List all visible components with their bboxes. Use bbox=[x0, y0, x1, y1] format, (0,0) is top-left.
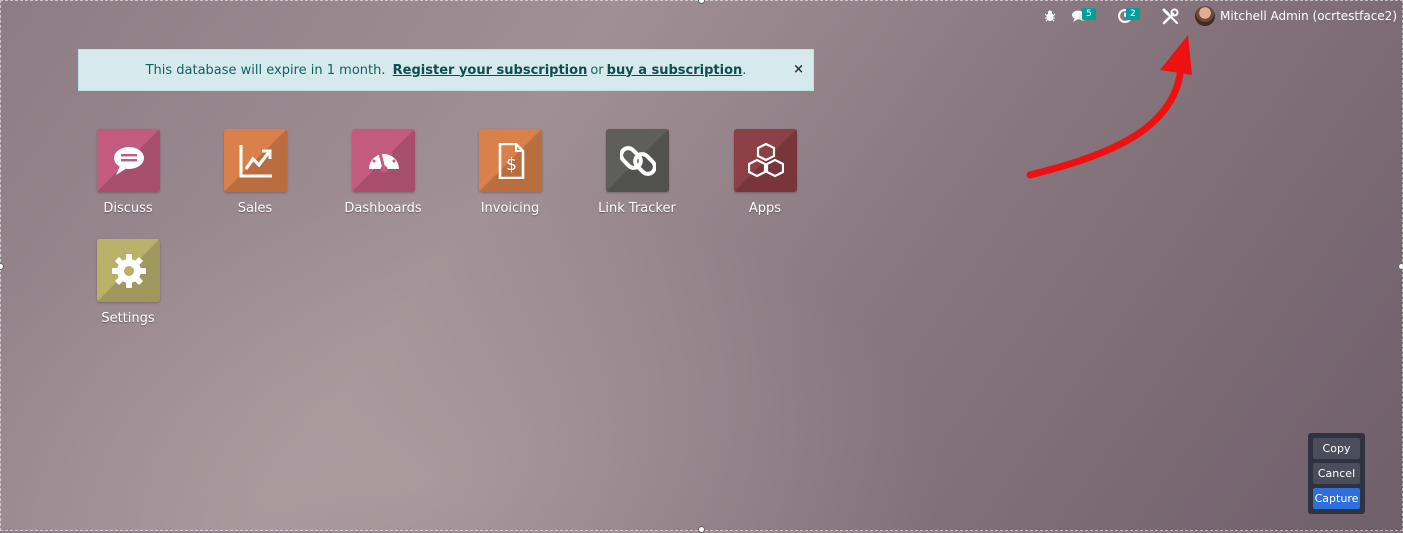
app-label: Sales bbox=[237, 201, 273, 216]
user-name: Mitchell Admin (ocrtestface2) bbox=[1220, 9, 1397, 23]
cubes-icon bbox=[747, 143, 784, 178]
copy-button[interactable]: Copy bbox=[1313, 438, 1360, 459]
capture-toolbar: Copy Cancel Capture bbox=[1308, 433, 1365, 514]
avatar bbox=[1195, 6, 1215, 26]
gauge-icon bbox=[368, 152, 399, 173]
register-subscription-link[interactable]: Register your subscription bbox=[393, 63, 588, 78]
user-menu[interactable]: Mitchell Admin (ocrtestface2) bbox=[1187, 6, 1397, 26]
banner-suffix: . bbox=[742, 62, 747, 78]
app-discuss[interactable]: Discuss bbox=[64, 129, 192, 216]
app-label: Apps bbox=[748, 201, 782, 216]
app-label: Invoicing bbox=[480, 201, 540, 216]
tools-icon bbox=[1162, 8, 1179, 24]
chat-bubble-icon bbox=[113, 147, 144, 175]
app-label: Discuss bbox=[103, 201, 153, 216]
app-sales[interactable]: Sales bbox=[191, 129, 319, 216]
capture-button[interactable]: Capture bbox=[1313, 488, 1360, 509]
app-tile bbox=[605, 129, 669, 192]
messages-badge: 5 bbox=[1082, 8, 1096, 20]
close-icon[interactable]: × bbox=[793, 62, 804, 77]
gear-icon bbox=[111, 254, 146, 288]
debug-menu[interactable] bbox=[1036, 10, 1064, 22]
app-tile bbox=[223, 129, 287, 192]
app-label: Settings bbox=[101, 311, 155, 326]
app-apps[interactable]: Apps bbox=[701, 129, 829, 216]
app-tile bbox=[351, 129, 415, 192]
buy-subscription-link[interactable]: buy a subscription bbox=[607, 63, 743, 78]
resize-handle-bottom[interactable] bbox=[698, 526, 705, 533]
app-label: Link Tracker bbox=[598, 201, 676, 216]
svg-text:$: $ bbox=[506, 155, 517, 175]
invoice-dollar-icon: $ bbox=[498, 143, 524, 179]
app-invoicing[interactable]: $ Invoicing bbox=[446, 129, 574, 216]
activities-menu[interactable]: 2 bbox=[1110, 8, 1148, 23]
annotation-arrow bbox=[1026, 35, 1192, 179]
resize-handle-right[interactable] bbox=[1398, 263, 1403, 270]
app-dashboards[interactable]: Dashboards bbox=[319, 129, 447, 216]
expiration-banner: This database will expire in 1 month. Re… bbox=[78, 49, 814, 91]
app-tile bbox=[733, 129, 797, 192]
app-settings[interactable]: Settings bbox=[64, 239, 192, 326]
bug-icon bbox=[1044, 10, 1056, 22]
banner-or: or bbox=[590, 62, 604, 78]
app-tile bbox=[96, 239, 160, 302]
app-tile: $ bbox=[478, 129, 542, 192]
activities-badge: 2 bbox=[1126, 8, 1140, 20]
app-link-tracker[interactable]: Link Tracker bbox=[573, 129, 701, 216]
cancel-button[interactable]: Cancel bbox=[1313, 463, 1360, 484]
chain-link-icon bbox=[619, 146, 656, 176]
messages-menu[interactable]: 5 bbox=[1064, 8, 1102, 23]
banner-text: This database will expire in 1 month. bbox=[145, 62, 386, 78]
settings-shortcut[interactable] bbox=[1154, 8, 1187, 25]
systray: 5 2 Mitchell Admin (ocrtestface2) bbox=[1036, 5, 1397, 27]
app-label: Dashboards bbox=[344, 201, 422, 216]
trend-chart-icon bbox=[239, 145, 272, 178]
app-tile bbox=[96, 129, 160, 192]
